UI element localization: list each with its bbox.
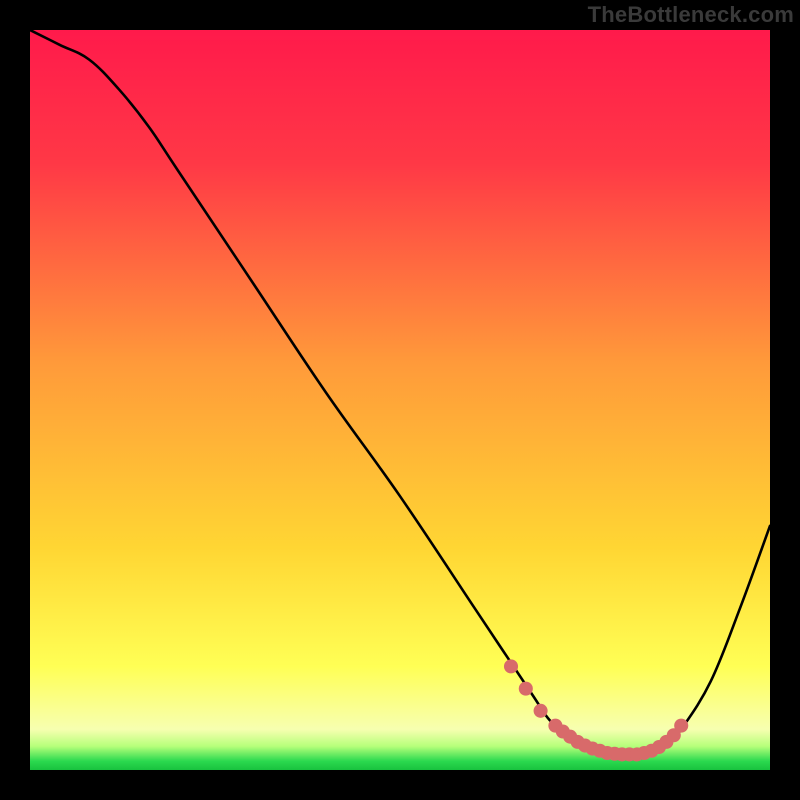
highlight-dots bbox=[504, 659, 688, 761]
chart-frame: TheBottleneck.com bbox=[0, 0, 800, 800]
watermark-text: TheBottleneck.com bbox=[588, 2, 794, 28]
dot bbox=[504, 659, 518, 673]
dot bbox=[534, 704, 548, 718]
dot bbox=[519, 682, 533, 696]
dot bbox=[674, 719, 688, 733]
bottleneck-curve bbox=[30, 30, 770, 755]
curve-layer bbox=[30, 30, 770, 770]
plot-area bbox=[30, 30, 770, 770]
